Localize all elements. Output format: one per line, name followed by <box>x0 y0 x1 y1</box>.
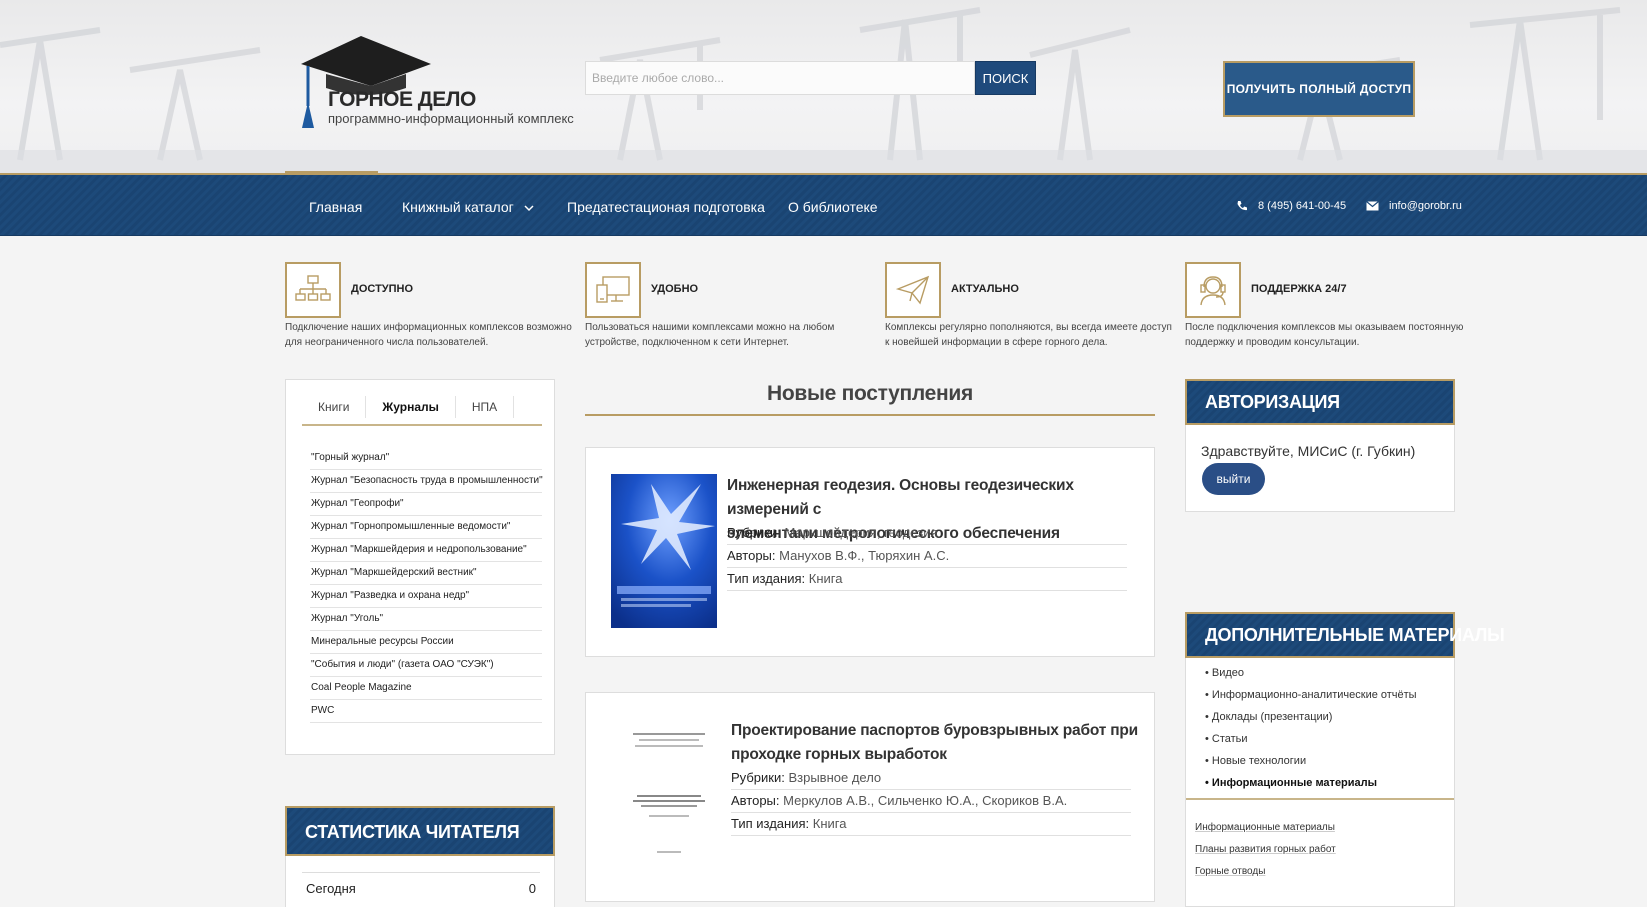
list-item[interactable]: • Видео <box>1205 663 1417 685</box>
type-link[interactable]: Книга <box>813 816 847 831</box>
nav-item-preattestation[interactable]: Предатестационая подготовка <box>567 199 765 215</box>
nav-item-home[interactable]: Главная <box>309 199 362 215</box>
journal-list: "Горный журнал" Журнал "Безопасность тру… <box>310 447 543 723</box>
logout-button[interactable]: выйти <box>1202 463 1265 495</box>
authors-link[interactable]: Меркулов А.В., Сильченко Ю.А., Скориков … <box>783 793 1067 808</box>
phone-icon <box>1237 201 1247 211</box>
feature-title: УДОБНО <box>651 283 699 295</box>
nav-active-indicator <box>285 171 378 174</box>
list-item[interactable]: • Новые технологии <box>1205 751 1417 773</box>
nav-phone[interactable]: 8 (495) 641-00-45 <box>1236 200 1346 212</box>
feature-title: ПОДДЕРЖКА 24/7 <box>1251 283 1347 295</box>
section-divider <box>585 414 1155 416</box>
feature-title: АКТУАЛЬНО <box>951 283 1019 295</box>
feature-text: После подключения комплексов мы оказывае… <box>1185 322 1464 348</box>
nav-item-book-catalog[interactable]: Книжный каталог <box>402 199 534 215</box>
feature-text: Подключение наших информационных комплек… <box>285 322 572 348</box>
tab-journals[interactable]: Журналы <box>366 396 456 418</box>
feature-text: Комплексы регулярно пополняются, вы всег… <box>885 322 1172 348</box>
book-authors: Авторы: Манухов В.Ф., Тюряхин А.С. <box>727 545 1127 568</box>
list-item[interactable]: "Горный журнал" <box>310 447 542 470</box>
rubrics-link[interactable]: Взрывное дело <box>788 770 881 785</box>
list-item[interactable]: • Статьи <box>1205 729 1417 751</box>
list-item[interactable]: Планы развития горных работ <box>1195 840 1336 862</box>
list-item[interactable]: Журнал "Маркшейдерский вестник" <box>310 562 542 585</box>
stats-row: Сегодня 0 <box>302 872 540 904</box>
phone-number: 8 (495) 641-00-45 <box>1258 200 1347 212</box>
extra-materials-title: ДОПОЛНИТЕЛЬНЫЕ МАТЕРИАЛЫ <box>1185 612 1505 658</box>
stats-value: 0 <box>528 881 536 896</box>
book-card: Инженерная геодезия. Основы геодезически… <box>585 447 1155 657</box>
tab-npa[interactable]: НПА <box>456 396 515 418</box>
list-item[interactable]: Журнал "Геопрофи" <box>310 493 542 516</box>
book-title[interactable]: Проектирование паспортов буровзрывных ра… <box>731 719 1141 767</box>
search-input[interactable] <box>585 61 975 95</box>
book-type: Тип издания: Книга <box>727 568 1127 591</box>
list-item-active[interactable]: • Информационные материалы <box>1205 773 1417 795</box>
extra-sub-list: Информационные материалы Планы развития … <box>1195 818 1336 884</box>
section-divider <box>1186 798 1454 800</box>
book-cover[interactable] <box>619 719 719 869</box>
auth-panel: Здравствуйте, МИСиС (г. Губкин) выйти <box>1185 425 1455 512</box>
devices-icon <box>585 262 641 318</box>
catalog-tabs: Книги Журналы НПА <box>302 396 542 426</box>
main-nav: Главная Книжный каталог Предатестационая… <box>0 171 1647 236</box>
reader-stats-title: СТАТИСТИКА ЧИТАТЕЛЯ <box>285 806 555 856</box>
feature-title: ДОСТУПНО <box>351 283 414 295</box>
stats-label: Сегодня <box>306 881 356 896</box>
authors-link[interactable]: Манухов В.Ф., Тюряхин А.С. <box>779 548 949 563</box>
extra-materials-panel: • Видео • Информационно-аналитические от… <box>1185 658 1455 907</box>
auth-greeting: Здравствуйте, МИСиС (г. Губкин) <box>1201 443 1416 459</box>
support-headset-icon <box>1185 262 1241 318</box>
extra-materials-list: • Видео • Информационно-аналитические от… <box>1205 663 1417 795</box>
rubrics-link[interactable]: Маркшейдерия, геодезия <box>784 525 937 540</box>
book-type: Тип издания: Книга <box>731 813 1131 836</box>
list-item[interactable]: Журнал "Горнопромышленные ведомости" <box>310 516 542 539</box>
type-link[interactable]: Книга <box>809 571 843 586</box>
book-card: Проектирование паспортов буровзрывных ра… <box>585 692 1155 902</box>
tab-books[interactable]: Книги <box>302 396 367 418</box>
catalog-tabs-panel: Книги Журналы НПА "Горный журнал" Журнал… <box>285 379 555 755</box>
book-cover[interactable] <box>611 474 717 628</box>
search-button[interactable]: ПОИСК <box>975 61 1036 95</box>
list-item[interactable]: Журнал "Разведка и охрана недр" <box>310 585 542 608</box>
list-item[interactable]: Журнал "Безопасность труда в промышленно… <box>310 470 543 493</box>
get-full-access-button[interactable]: ПОЛУЧИТЬ ПОЛНЫЙ ДОСТУП <box>1223 61 1415 117</box>
nav-email[interactable]: info@gorobr.ru <box>1366 200 1462 212</box>
list-item[interactable]: Coal People Magazine <box>310 677 542 700</box>
list-item[interactable]: Журнал "Маркшейдерия и недропользование" <box>310 539 542 562</box>
logo-title: ГОРНОЕ ДЕЛО <box>328 88 476 111</box>
reader-stats-panel: Сегодня 0 <box>285 856 555 907</box>
nav-item-label: Книжный каталог <box>402 199 514 215</box>
list-item[interactable]: PWC <box>310 700 542 723</box>
feature-text: Пользоваться нашими комплексами можно на… <box>585 322 835 348</box>
site-header: ГОРНОЕ ДЕЛО программно-информационный ко… <box>0 0 1647 173</box>
logo-subtitle: программно-информационный комплекс <box>328 111 574 126</box>
list-item[interactable]: • Информационно-аналитические отчёты <box>1205 685 1417 707</box>
email-address: info@gorobr.ru <box>1389 200 1462 212</box>
book-rubrics: Рубрики: Взрывное дело <box>731 767 1131 790</box>
nav-item-about-library[interactable]: О библиотеке <box>788 199 878 215</box>
list-item[interactable]: "События и люди" (газета ОАО "СУЭК") <box>310 654 542 677</box>
list-item[interactable]: Горные отводы <box>1195 862 1336 884</box>
new-arrivals-title: Новые поступления <box>767 382 973 405</box>
envelope-icon <box>1366 201 1379 211</box>
book-rubrics: Рубрики: Маркшейдерия, геодезия <box>727 522 1127 545</box>
list-item[interactable]: Информационные материалы <box>1195 818 1336 840</box>
list-item[interactable]: Минеральные ресурсы России <box>310 631 542 654</box>
paper-plane-icon <box>885 262 941 318</box>
list-item[interactable]: Журнал "Уголь" <box>310 608 542 631</box>
book-authors: Авторы: Меркулов А.В., Сильченко Ю.А., С… <box>731 790 1131 813</box>
auth-title: АВТОРИЗАЦИЯ <box>1185 379 1455 425</box>
list-item[interactable]: • Доклады (презентации) <box>1205 707 1417 729</box>
chevron-down-icon <box>524 205 534 212</box>
network-icon <box>285 262 341 318</box>
